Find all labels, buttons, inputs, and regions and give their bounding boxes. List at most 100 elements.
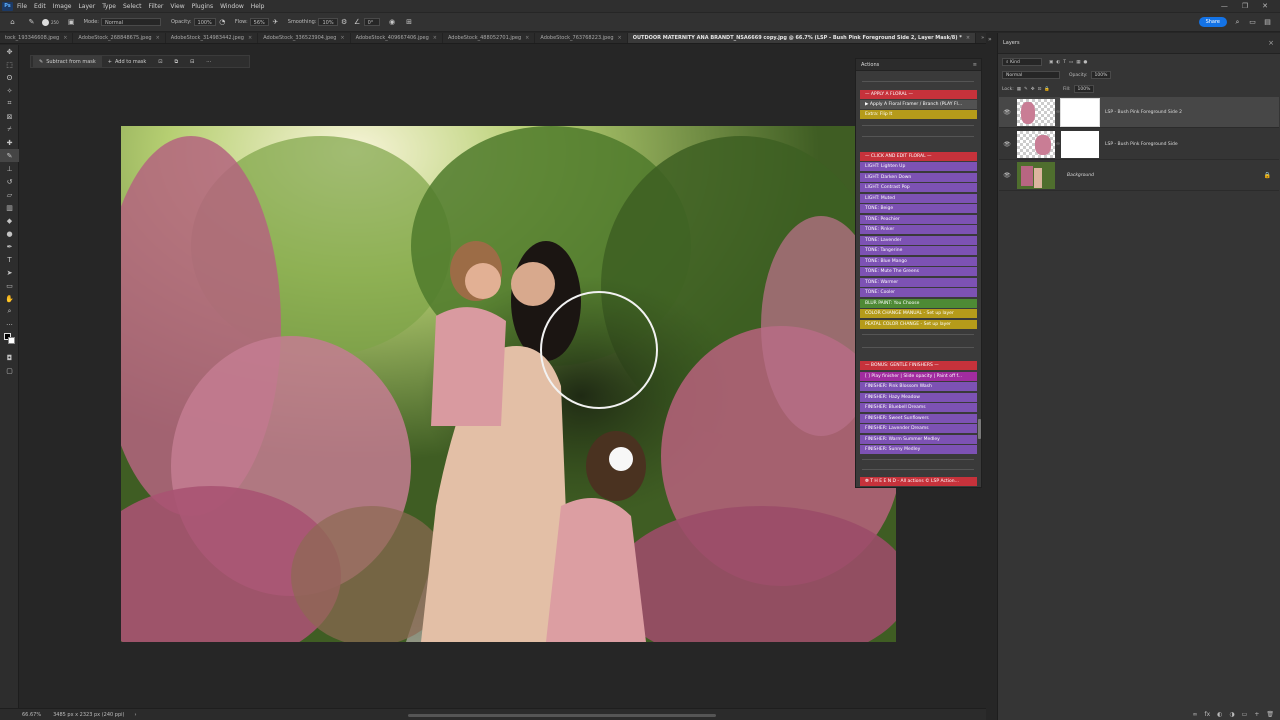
horizontal-scrollbar[interactable] [408,714,716,717]
layer-row[interactable]: 👁 ∞ LSP - Bush Pink Foreground Side [999,129,1279,160]
action-item[interactable]: TONE: Blue Mango [860,257,977,266]
action-item[interactable]: FINISHER: Pink Blossom Wash [860,382,977,391]
action-item[interactable]: [ ] Play finisher | Slide opacity | Pain… [860,372,977,381]
action-item[interactable]: LIGHT: Darken Down [860,173,977,182]
refine-mask-icon[interactable]: ⊟ [184,56,200,67]
tab-doc-2[interactable]: AdobeStock_314983442.jpeg × [166,33,259,43]
close-icon[interactable]: × [618,35,622,41]
lock-icon[interactable]: 🔒 [1264,172,1271,179]
action-item[interactable]: Extra: Flip It [860,110,977,119]
layer-mask-thumbnail[interactable] [1061,130,1099,158]
symmetry-icon[interactable]: ⊞ [405,18,414,27]
share-button[interactable]: Share [1198,17,1227,27]
document-canvas[interactable] [121,126,896,642]
fill-field[interactable]: 100% [1073,85,1095,93]
menu-select[interactable]: Select [123,3,142,10]
action-item[interactable]: TONE: Beige [860,204,977,213]
action-item[interactable]: TONE: Peachier [860,215,977,224]
action-item[interactable]: TONE: Pinker [860,225,977,234]
opacity-field[interactable]: 100% [193,18,216,26]
filter-toggle-icon[interactable]: ● [1083,60,1087,65]
adjustment-layer-icon[interactable]: ◑ [1229,711,1234,718]
action-item[interactable]: ▶ Apply A Floral Framer / Branch (PLAY F… [860,100,977,109]
tab-doc-5[interactable]: AdobeStock_488052701.jpeg × [443,33,536,43]
menu-plugins[interactable]: Plugins [192,3,214,10]
tab-doc-0[interactable]: tock_193346608.jpeg × [0,33,74,43]
hand-tool-icon[interactable]: ✋ [0,292,19,305]
blend-mode-select[interactable]: Normal [1002,71,1060,79]
group-icon[interactable]: ▭ [1242,711,1248,718]
action-item[interactable]: FINISHER: Hazy Meadow [860,393,977,402]
gradient-tool-icon[interactable]: ▥ [0,201,19,214]
add-to-mask-button[interactable]: + Add to mask [102,56,153,67]
minimize-icon[interactable]: — [1221,2,1228,10]
invert-mask-icon[interactable]: ⧉ [169,56,185,67]
home-icon[interactable]: ⌂ [8,18,17,27]
action-item[interactable]: FINISHER: Lavender Dreams [860,424,977,433]
zoom-level[interactable]: 66.67% [22,712,41,718]
layer-style-icon[interactable]: fx [1205,711,1211,718]
lock-all-icon[interactable]: 🔒 [1044,87,1050,92]
action-item[interactable]: — APPLY A FLORAL — [860,90,977,99]
action-item[interactable]: LIGHT: Lighten Up [860,162,977,171]
smoothing-gear-icon[interactable]: ⚙ [340,18,349,27]
airbrush-icon[interactable]: ✈ [271,18,280,27]
lock-position-icon[interactable]: ✥ [1031,87,1035,92]
more-tools-icon[interactable]: ··· [0,318,19,331]
kind-filter-select[interactable]: ⌕ Kind [1002,58,1042,66]
pressure-size-icon[interactable]: ◉ [388,18,397,27]
link-layers-icon[interactable]: ∞ [1193,711,1198,718]
menu-type[interactable]: Type [102,3,116,10]
action-item[interactable]: PEATAL COLOR CHANGE - Set up layer [860,320,977,329]
action-item[interactable]: — BONUS: GENTLE FINISHERS — [860,361,977,370]
stamp-tool-icon[interactable]: ⊥ [0,162,19,175]
menu-help[interactable]: Help [251,3,265,10]
filter-pixel-icon[interactable]: ▣ [1049,60,1053,65]
tab-doc-4[interactable]: AdobeStock_409667406.jpeg × [351,33,443,43]
maximize-icon[interactable]: ❐ [1242,2,1248,10]
tab-doc-3[interactable]: AdobeStock_336523904.jpeg × [258,33,351,43]
menu-filter[interactable]: Filter [149,3,164,10]
screen-mode-icon[interactable]: ▢ [0,364,19,377]
action-item[interactable]: COLOR CHANGE MANUAL - Set up layer [860,309,977,318]
frame-tool-icon[interactable]: ⊠ [0,110,19,123]
layer-row[interactable]: 👁 Background 🔒 [999,160,1279,191]
action-item[interactable]: FINISHER: Sweet Sunflowers [860,414,977,423]
brush-tool-icon[interactable]: ✎ [0,149,19,162]
close-icon[interactable]: × [63,35,67,41]
blur-tool-icon[interactable]: ◆ [0,214,19,227]
action-item[interactable]: LIGHT: Muted [860,194,977,203]
action-item[interactable]: — CLICK AND EDIT FLORAL — [860,152,977,161]
collapse-panels-icon[interactable]: » [988,36,992,43]
angle-field[interactable]: 0° [363,18,380,26]
actions-scrollbar[interactable] [978,419,981,439]
close-window-icon[interactable]: ✕ [1262,2,1268,10]
background-color-swatch[interactable] [8,337,15,344]
healing-tool-icon[interactable]: ✚ [0,136,19,149]
eyedropper-tool-icon[interactable]: ⌿ [0,123,19,136]
lock-image-icon[interactable]: ✎ [1024,87,1028,92]
move-tool-icon[interactable]: ✥ [0,45,19,58]
brush-preset-picker[interactable]: 250 [42,18,59,26]
action-item[interactable]: TONE: Tangerine [860,246,977,255]
close-icon[interactable]: × [248,35,252,41]
pressure-opacity-icon[interactable]: ◔ [218,18,227,27]
panel-menu-icon[interactable]: ≡ [973,62,977,68]
lock-transparent-icon[interactable]: ▦ [1017,87,1021,92]
visibility-eye-icon[interactable]: 👁 [1001,172,1013,179]
close-icon[interactable]: × [433,35,437,41]
action-item[interactable]: ❁ T H E E N D - All actions © LSP Action… [860,477,977,486]
layer-row[interactable]: 👁 ∞ LSP - Bush Pink Foreground Side 2 [999,97,1279,128]
crop-tool-icon[interactable]: ⌗ [0,97,19,110]
action-item[interactable]: TONE: Lavender [860,236,977,245]
close-icon[interactable]: × [340,35,344,41]
layers-title[interactable]: Layers [1003,40,1020,46]
tab-doc-6[interactable]: AdobeStock_763768223.jpeg × [535,33,628,43]
action-item[interactable]: TONE: Mute The Greens [860,267,977,276]
status-menu-arrow[interactable]: › [134,712,136,718]
action-item[interactable]: TONE: Cooler [860,288,977,297]
smoothing-field[interactable]: 10% [318,18,338,26]
workspace-icon[interactable]: ▭ [1248,18,1257,27]
pen-tool-icon[interactable]: ✒ [0,240,19,253]
flow-field[interactable]: 56% [249,18,269,26]
